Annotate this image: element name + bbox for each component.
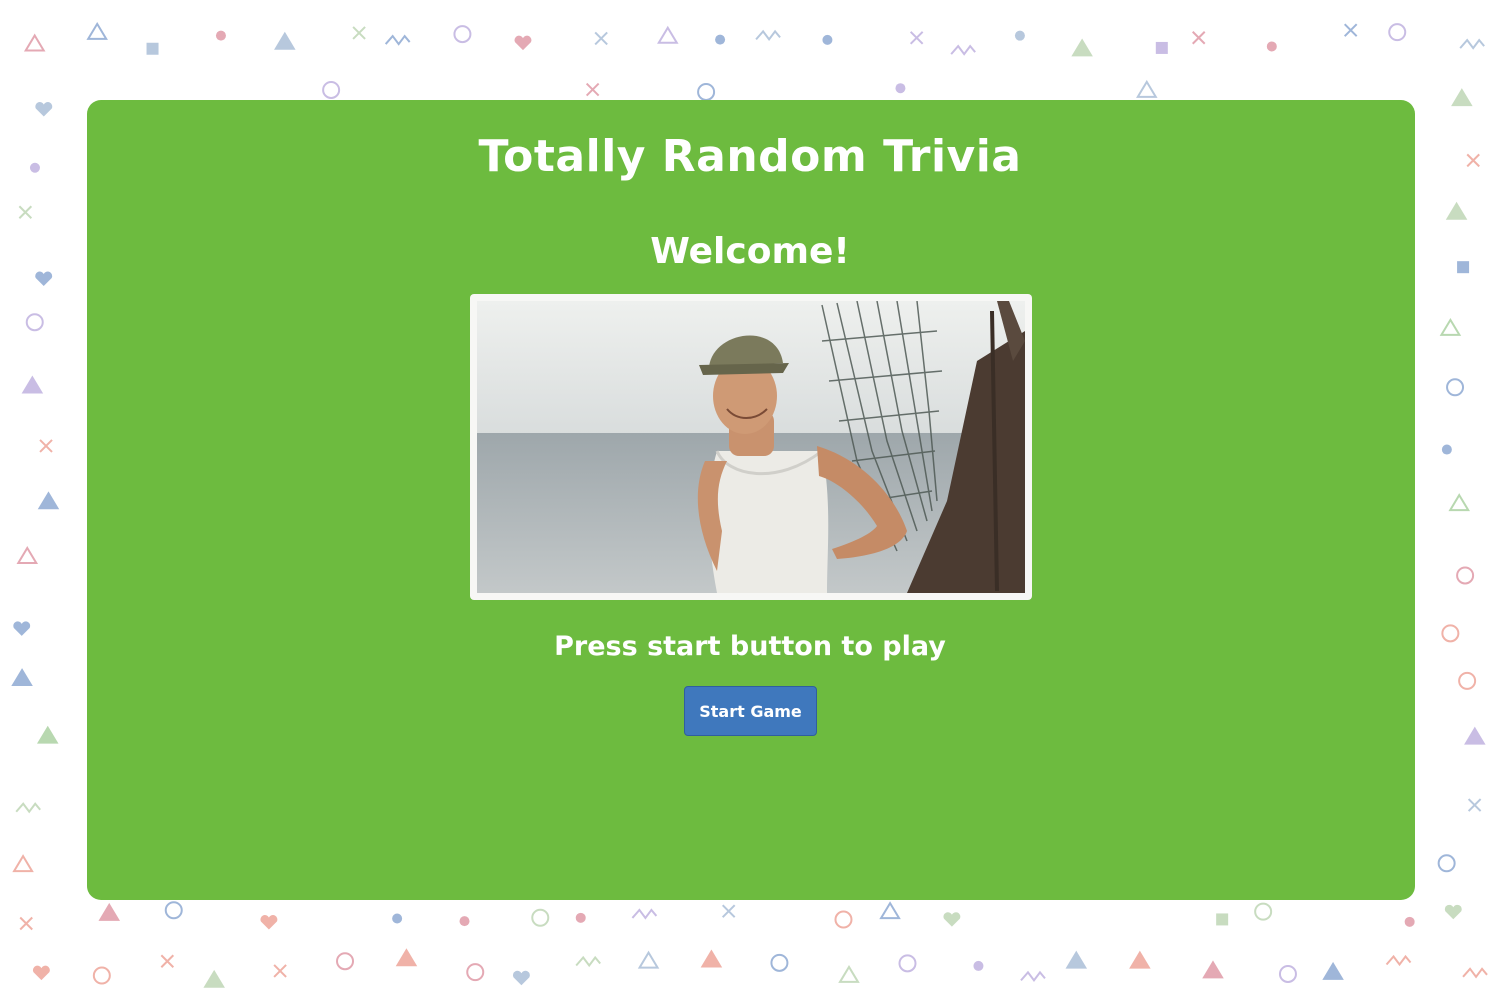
heart-shape	[35, 102, 53, 117]
cross-shape	[1192, 31, 1206, 45]
dot-shape	[1266, 41, 1277, 52]
triangle-shape	[36, 725, 59, 744]
squiggle-shape	[631, 908, 658, 920]
cross-shape	[39, 439, 53, 453]
triangle-shape	[700, 949, 723, 968]
circle-shape	[92, 966, 111, 985]
square-shape	[1155, 41, 1168, 54]
square-shape	[146, 42, 159, 55]
circle-shape	[1458, 671, 1477, 690]
dot-shape	[715, 34, 726, 45]
squiggle-shape	[950, 44, 976, 56]
welcome-image	[477, 301, 1025, 593]
triangle-shape	[1136, 79, 1158, 98]
triangle-shape	[274, 31, 296, 50]
cross-shape	[1343, 23, 1358, 37]
page-title: Totally Random Trivia	[478, 131, 1022, 182]
circle-shape	[1446, 378, 1465, 397]
triangle-shape	[1065, 950, 1088, 969]
triangle-shape	[1202, 960, 1224, 979]
triangle-shape	[1439, 317, 1462, 336]
heart-shape	[943, 912, 961, 927]
dot-shape	[392, 913, 403, 924]
triangle-shape	[11, 668, 33, 687]
welcome-heading: Welcome!	[650, 231, 850, 272]
circle-shape	[770, 953, 789, 972]
triangle-shape	[203, 969, 225, 988]
squiggle-shape	[1020, 970, 1046, 983]
triangle-shape	[12, 854, 34, 873]
dot-shape	[575, 912, 586, 923]
cross-shape	[160, 954, 175, 968]
circle-shape	[453, 25, 472, 44]
heart-shape	[260, 915, 278, 930]
triangle-shape	[1129, 950, 1151, 969]
square-shape	[1216, 913, 1229, 926]
dot-shape	[459, 916, 470, 927]
squiggle-shape	[384, 34, 411, 46]
triangle-shape	[86, 21, 108, 40]
squiggle-shape	[575, 955, 601, 968]
cross-shape	[721, 904, 736, 918]
squiggle-shape	[755, 29, 781, 42]
triangle-shape	[395, 948, 418, 967]
circle-shape	[1456, 566, 1475, 585]
triangle-shape	[879, 901, 901, 920]
triangle-shape	[637, 950, 660, 969]
heart-shape	[514, 35, 532, 51]
triangle-shape	[37, 491, 60, 510]
circle-shape	[531, 908, 550, 927]
triangle-shape	[657, 25, 679, 44]
squiggle-shape	[1459, 38, 1485, 50]
circle-shape	[1437, 854, 1456, 873]
circle-shape	[1388, 23, 1407, 42]
triangle-shape	[1448, 493, 1470, 512]
triangle-shape	[23, 33, 46, 52]
cross-shape	[18, 205, 33, 219]
cross-shape	[352, 26, 366, 40]
circle-shape	[336, 952, 355, 971]
triangle-shape	[838, 964, 860, 983]
circle-shape	[164, 901, 183, 920]
dot-shape	[1014, 30, 1025, 41]
circle-shape	[322, 80, 341, 99]
circle-shape	[25, 313, 44, 332]
circle-shape	[1278, 964, 1297, 983]
triangle-shape	[98, 902, 121, 921]
cross-shape	[1467, 798, 1482, 812]
triangle-shape	[1445, 201, 1468, 220]
heart-shape	[512, 970, 530, 986]
heart-shape	[1444, 904, 1462, 920]
start-prompt: Press start button to play	[554, 631, 946, 662]
triangle-shape	[1071, 38, 1093, 57]
cross-shape	[273, 964, 287, 978]
triangle-shape	[1322, 961, 1344, 980]
circle-shape	[1254, 902, 1273, 921]
cross-shape	[19, 916, 33, 931]
dot-shape	[973, 960, 984, 971]
welcome-image-frame	[470, 294, 1032, 600]
dot-shape	[1441, 444, 1452, 455]
cross-shape	[594, 31, 608, 46]
triangle-shape	[1464, 726, 1486, 745]
start-game-button[interactable]: Start Game	[684, 686, 817, 736]
squiggle-shape	[1385, 954, 1412, 967]
squiggle-shape	[1462, 967, 1488, 979]
triangle-shape	[16, 546, 39, 564]
heart-shape	[32, 965, 50, 981]
cross-shape	[585, 82, 600, 97]
circle-shape	[466, 963, 485, 982]
triangle-shape	[21, 375, 44, 394]
circle-shape	[898, 954, 917, 973]
squiggle-shape	[15, 802, 41, 814]
circle-shape	[834, 910, 853, 929]
cross-shape	[909, 31, 924, 45]
circle-shape	[697, 82, 716, 101]
dot-shape	[895, 83, 906, 94]
dot-shape	[1404, 916, 1415, 927]
dot-shape	[822, 34, 833, 45]
dot-shape	[215, 30, 226, 41]
triangle-shape	[1451, 88, 1473, 107]
